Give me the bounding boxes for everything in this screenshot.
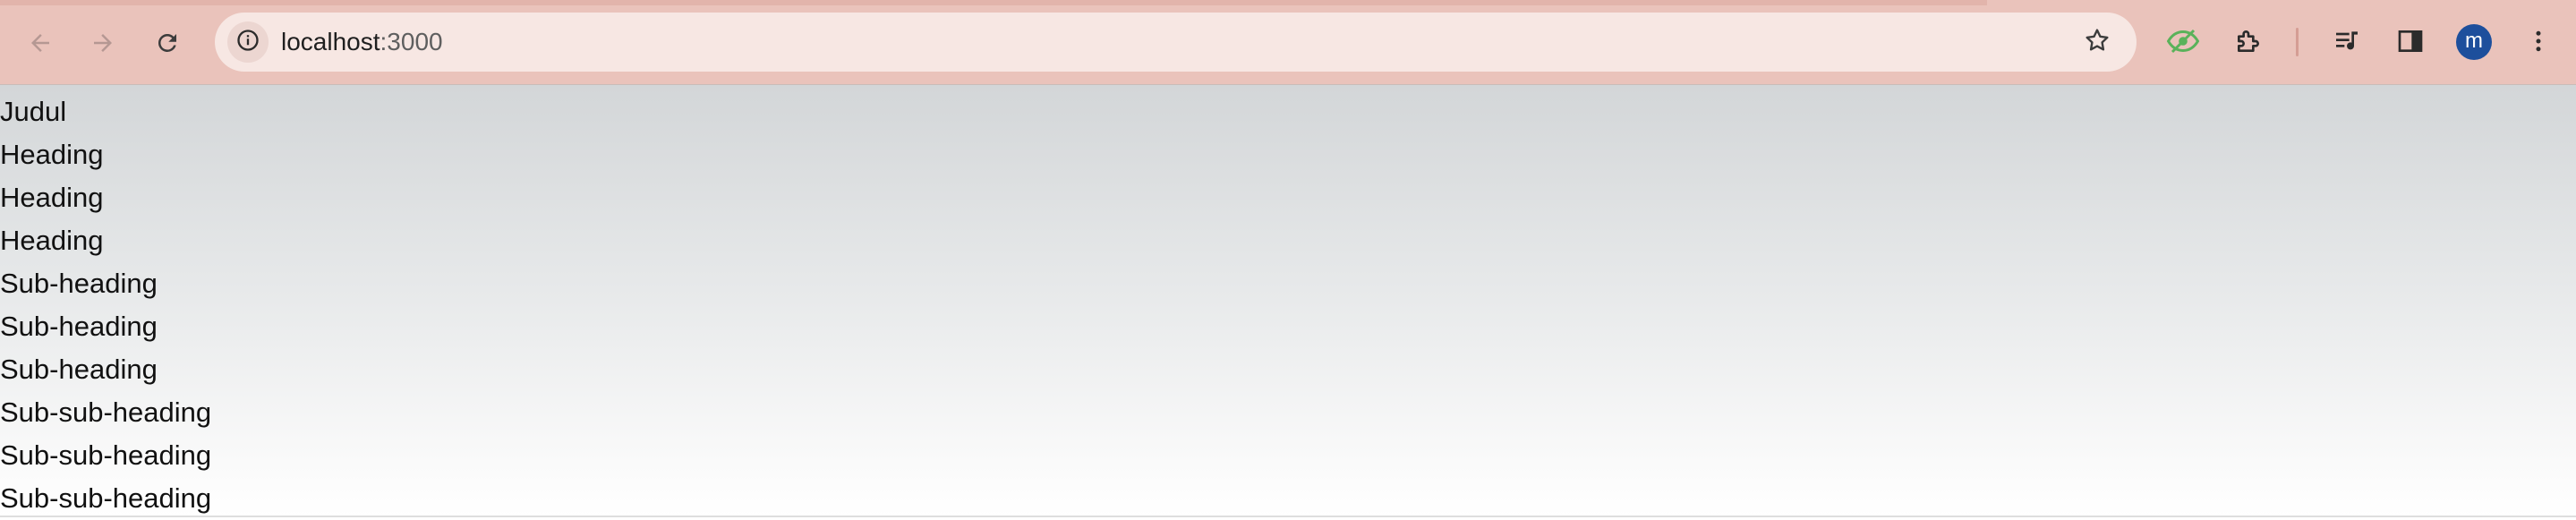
sub-sub-heading-line: Sub-sub-heading — [0, 482, 212, 514]
reload-button[interactable] — [144, 20, 191, 66]
sub-sub-heading-line: Sub-sub-heading — [0, 396, 212, 428]
arrow-left-icon — [27, 30, 54, 56]
heading-list: Judul Heading Heading Heading Sub-headin… — [0, 90, 211, 520]
eye-slash-icon — [2166, 28, 2200, 59]
toolbar-divider — [2296, 28, 2299, 56]
reload-icon — [154, 30, 181, 56]
address-bar[interactable]: localhost:3000 — [215, 13, 2137, 72]
sub-heading-line: Sub-heading — [0, 268, 158, 299]
extensions-button[interactable] — [2227, 21, 2270, 64]
bookmark-button[interactable] — [2076, 21, 2119, 64]
info-icon — [235, 28, 260, 57]
browser-menu-button[interactable] — [2517, 21, 2560, 64]
extension-eye-button[interactable] — [2162, 21, 2205, 64]
media-control-button[interactable] — [2325, 21, 2368, 64]
star-icon — [2083, 26, 2111, 59]
media-control-icon — [2333, 27, 2361, 60]
tab-strip-edge — [0, 0, 1987, 5]
sub-heading-line: Sub-heading — [0, 354, 158, 385]
avatar[interactable]: m — [2456, 24, 2492, 60]
sub-sub-heading-line: Sub-sub-heading — [0, 439, 212, 471]
puzzle-icon — [2234, 27, 2263, 60]
url-port: :3000 — [380, 28, 443, 55]
url-text[interactable]: localhost:3000 — [281, 13, 443, 72]
side-panel-button[interactable] — [2389, 21, 2432, 64]
heading-line: Heading — [0, 225, 104, 256]
page-title: Judul — [0, 96, 67, 127]
forward-button[interactable] — [80, 20, 126, 66]
url-host: localhost — [281, 28, 380, 55]
side-panel-icon — [2396, 27, 2425, 60]
page-viewport: Judul Heading Heading Heading Sub-headin… — [0, 84, 2576, 517]
browser-toolbar: localhost:3000 m — [0, 0, 2576, 84]
arrow-right-icon — [90, 30, 116, 56]
back-button[interactable] — [17, 20, 64, 66]
sub-heading-line: Sub-heading — [0, 311, 158, 342]
heading-line: Heading — [0, 182, 104, 213]
kebab-menu-icon — [2525, 28, 2552, 59]
heading-line: Heading — [0, 139, 104, 170]
site-info-button[interactable] — [227, 21, 269, 63]
